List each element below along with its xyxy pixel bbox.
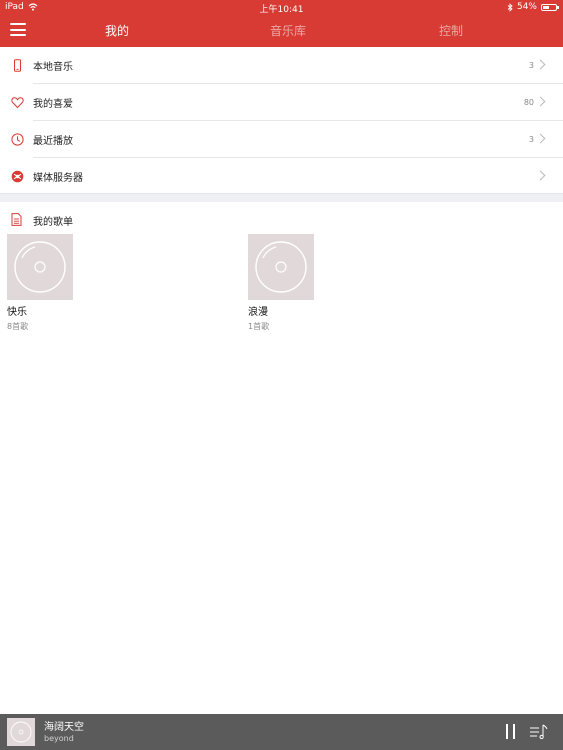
- now-playing-artist: beyond: [44, 734, 74, 743]
- playlist-card[interactable]: 快乐 8首歌: [7, 234, 97, 332]
- chevron-right-icon: [535, 59, 546, 70]
- list-item-count: 3: [528, 135, 534, 144]
- menu-list: 本地音乐 3 我的喜爱 80 最近播放 3 媒体服务器: [0, 47, 563, 195]
- album-art[interactable]: [7, 718, 35, 746]
- list-item-label: 本地音乐: [33, 62, 73, 73]
- now-playing-title: 海阔天空: [44, 722, 84, 733]
- document-icon: [11, 213, 22, 226]
- playlist-card[interactable]: 浪漫 1首歌: [248, 234, 338, 332]
- chevron-right-icon: [535, 170, 546, 181]
- phone-icon: [14, 59, 21, 72]
- chevron-right-icon: [535, 96, 546, 107]
- battery-icon: [541, 3, 559, 11]
- playlist-queue-icon[interactable]: [529, 723, 549, 741]
- disc-icon: [10, 721, 32, 743]
- playlist-name: 浪漫: [248, 307, 268, 318]
- list-item-label: 最近播放: [33, 136, 73, 147]
- bluetooth-icon: [507, 2, 513, 12]
- playlist-name: 快乐: [7, 307, 27, 318]
- now-playing-bar[interactable]: 海阔天空 beyond: [0, 714, 563, 750]
- pause-icon[interactable]: [506, 724, 516, 739]
- playlist-song-count: 8首歌: [7, 322, 29, 331]
- app-header: iPad 上午10:41 54% 我的 音乐库 控制: [0, 0, 563, 47]
- list-item-local-music[interactable]: 本地音乐 3: [0, 47, 563, 84]
- tab-mine[interactable]: 我的: [105, 22, 129, 39]
- battery-fill: [543, 5, 550, 9]
- status-time: 上午10:41: [259, 5, 304, 15]
- chevron-right-icon: [535, 133, 546, 144]
- list-item-label: 媒体服务器: [33, 173, 83, 184]
- list-item-recently-played[interactable]: 最近播放 3: [0, 121, 563, 158]
- section-separator: [0, 193, 563, 202]
- tab-control[interactable]: 控制: [439, 22, 463, 39]
- clock-icon: [11, 133, 24, 146]
- playlist-song-count: 1首歌: [248, 322, 270, 331]
- list-item-label: 我的喜爱: [33, 99, 73, 110]
- tab-music-library[interactable]: 音乐库: [270, 22, 306, 39]
- media-server-icon: [11, 170, 24, 183]
- disc-icon: [14, 241, 66, 293]
- list-item-favorites[interactable]: 我的喜爱 80: [0, 84, 563, 121]
- heart-icon: [11, 97, 24, 109]
- tab-bar: 我的 音乐库 控制: [0, 22, 563, 40]
- playlist-cover: [248, 234, 314, 300]
- status-bar: iPad 上午10:41 54%: [0, 0, 563, 15]
- disc-icon: [255, 241, 307, 293]
- list-item-count: 3: [528, 61, 534, 70]
- list-item-media-server[interactable]: 媒体服务器: [0, 158, 563, 195]
- battery-percent: 54%: [516, 2, 537, 12]
- list-item-count: 80: [523, 98, 534, 107]
- my-playlists-header: 我的歌单: [0, 202, 563, 234]
- playlist-cover: [7, 234, 73, 300]
- section-title: 我的歌单: [33, 217, 73, 228]
